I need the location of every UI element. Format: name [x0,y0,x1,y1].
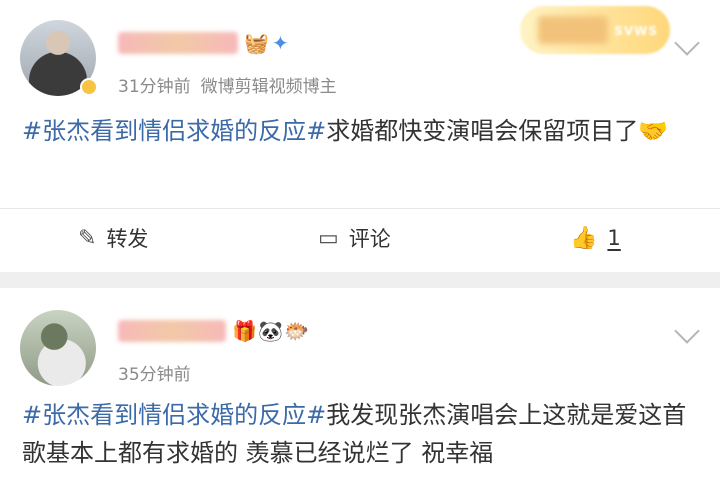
comment-label: 评论 [348,227,391,251]
promo-label: SVWS [614,24,658,38]
post-content: #张杰看到情侣求婚的反应#我发现张杰演唱会上这就是爱这首歌基本上都有求婚的 羡慕… [22,396,696,472]
username-blurred[interactable] [118,320,226,342]
chevron-down-icon[interactable] [674,318,700,344]
post-meta: 31分钟前 微博剪辑视频博主 [118,72,337,97]
post-time: 35分钟前 [118,365,191,385]
promo-blurred-text [538,16,608,44]
like-button[interactable]: 👍 1 [570,220,621,256]
post-card: 🎁 🐼 🐡 35分钟前 #张杰看到情侣求婚的反应#我发现张杰演唱会上这就是爱这首… [0,288,720,500]
promo-badge[interactable]: SVWS [520,6,670,54]
verified-badge-icon [80,78,98,96]
post-time: 31分钟前 [118,77,191,97]
repost-icon: ✎ [78,225,97,251]
basket-emoji-icon: 🧺 [244,31,269,55]
gift-emoji-icon: 🎁 [232,319,257,343]
post-card: 🧺 ✦ SVWS 31分钟前 微博剪辑视频博主 #张杰看到情侣求婚的反应#求婚都快… [0,0,720,272]
user-avatar[interactable] [20,310,96,386]
thumbs-up-icon: 👍 [570,225,598,251]
weibo-feed: 🧺 ✦ SVWS 31分钟前 微博剪辑视频博主 #张杰看到情侣求婚的反应#求婚都快… [0,0,720,500]
like-count: 1 [607,226,621,250]
divider [0,208,720,209]
post-text: 求婚都快变演唱会保留项目了 [326,117,639,145]
post-meta: 35分钟前 [118,360,191,385]
action-bar: ✎ 转发 ▭ 评论 👍 1 [0,220,720,256]
topic-link[interactable]: #张杰看到情侣求婚的反应# [22,117,326,145]
chevron-down-icon[interactable] [674,30,700,56]
topic-link[interactable]: #张杰看到情侣求婚的反应# [22,401,326,429]
panda-emoji-icon: 🐼 [258,319,283,343]
post-content: #张杰看到情侣求婚的反应#求婚都快变演唱会保留项目了🤝 [22,112,696,150]
handshake-emoji-icon: 🤝 [638,117,669,145]
comment-button[interactable]: ▭ 评论 [318,220,391,256]
username-blurred[interactable] [118,32,238,54]
repost-button[interactable]: ✎ 转发 [78,220,148,256]
repost-label: 转发 [106,227,149,251]
fish-emoji-icon: 🐡 [284,319,309,343]
sparkle-emoji-icon: ✦ [272,31,289,55]
post-source[interactable]: 微博剪辑视频博主 [201,77,337,97]
comment-icon: ▭ [318,225,339,251]
